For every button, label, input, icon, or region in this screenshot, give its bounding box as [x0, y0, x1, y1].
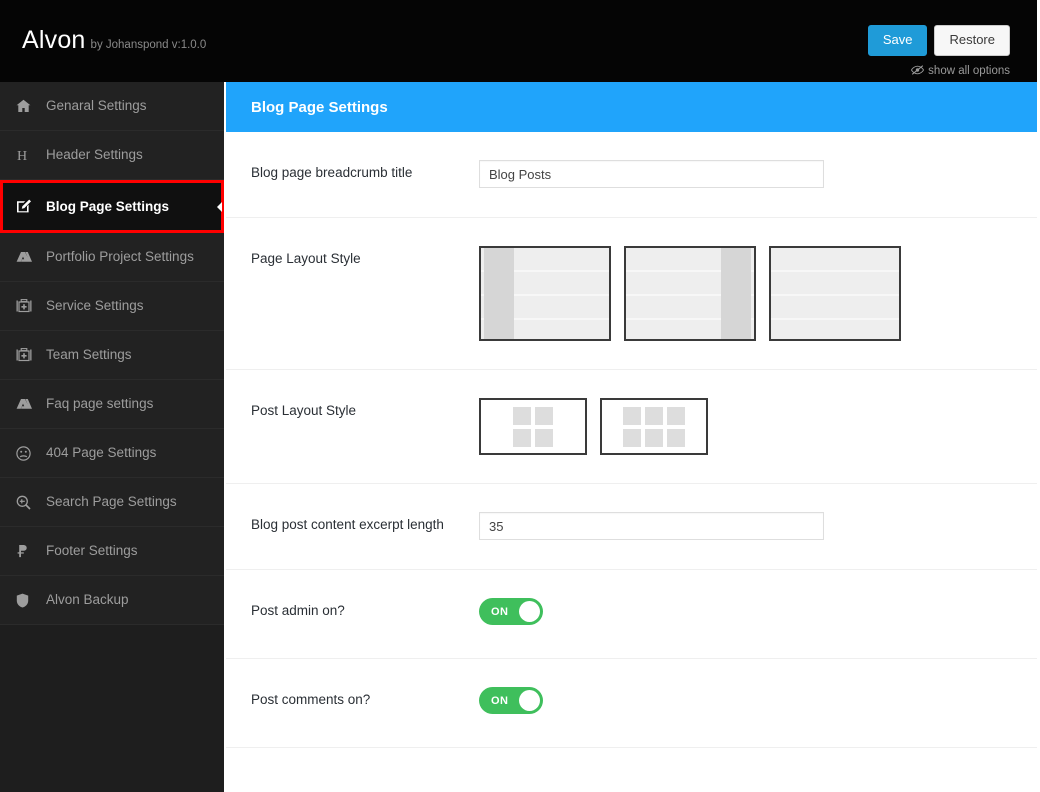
field-label: Post comments on?	[251, 692, 371, 707]
field-row-post-comments: Post comments on? ON	[226, 659, 1037, 748]
brand-subtitle: by Johanspond v:1.0.0	[90, 39, 207, 51]
grid-cell	[667, 428, 685, 447]
restore-button[interactable]: Restore	[934, 25, 1010, 56]
field-control	[479, 398, 1012, 455]
heading-icon: H	[16, 148, 40, 162]
toggle-knob	[519, 690, 540, 711]
grid-cell	[623, 406, 641, 425]
section-header: Blog Page Settings	[226, 82, 1037, 132]
sidebar-item-label: Search Page Settings	[46, 494, 177, 510]
sidebar: Genaral Settings H Header Settings Blog …	[0, 82, 224, 792]
page-layout-options	[479, 246, 1012, 341]
sidebar-item-portfolio-project-settings[interactable]: Portfolio Project Settings	[0, 233, 224, 282]
sidebar-item-blog-page-settings[interactable]: Blog Page Settings	[0, 180, 224, 233]
toggle-state-label: ON	[491, 605, 509, 618]
brand-name: Alvon	[22, 26, 86, 54]
delicious-icon	[16, 251, 40, 263]
show-all-options-label: show all options	[928, 65, 1010, 77]
grid-cell	[667, 406, 685, 425]
sidebar-item-label: 404 Page Settings	[46, 445, 157, 461]
save-button[interactable]: Save	[867, 25, 928, 56]
grid-cell	[623, 428, 641, 447]
top-bar-actions: Save Restore show all options	[867, 25, 1010, 77]
breadcrumb-title-input[interactable]	[479, 160, 824, 188]
sidebar-menu: Genaral Settings H Header Settings Blog …	[0, 82, 224, 625]
toggle-knob	[519, 601, 540, 622]
two-column-grid-preview	[513, 406, 553, 447]
three-column-grid-preview	[623, 406, 685, 447]
grid-cell	[513, 428, 531, 447]
sidebar-item-search-page-settings[interactable]: Search Page Settings	[0, 478, 224, 527]
sidebar-item-header-settings[interactable]: H Header Settings	[0, 131, 224, 180]
post-layout-option-two-column[interactable]	[479, 398, 587, 455]
grid-cell	[645, 428, 663, 447]
sidebar-item-label: Blog Page Settings	[46, 198, 170, 214]
field-control	[479, 160, 1012, 188]
field-row-post-admin: Post admin on? ON	[226, 570, 1037, 659]
pencil-square-icon	[16, 199, 40, 214]
field-label: Blog post content excerpt length	[251, 517, 444, 532]
post-comments-toggle[interactable]: ON	[479, 687, 543, 714]
sidebar-item-faq-page-settings[interactable]: Faq page settings	[0, 380, 224, 429]
page-layout-option-full-width[interactable]	[769, 246, 901, 341]
field-label: Blog page breadcrumb title	[251, 165, 413, 180]
sidebar-item-label: Faq page settings	[46, 396, 154, 412]
sidebar-item-label: Footer Settings	[46, 543, 138, 559]
settings-panel: Blog Page Settings Blog page breadcrumb …	[226, 82, 1037, 792]
field-row-post-layout-style: Post Layout Style	[226, 370, 1037, 484]
toggle-state-label: ON	[491, 694, 509, 707]
field-control: ON	[479, 598, 1012, 630]
sidebar-item-label: Service Settings	[46, 298, 144, 314]
ruble-icon	[16, 544, 40, 558]
post-layout-option-three-column[interactable]	[600, 398, 708, 455]
briefcase-medical-icon	[16, 348, 40, 362]
field-row-excerpt-length: Blog post content excerpt length	[226, 484, 1037, 570]
grid-cell	[513, 406, 531, 425]
sidebar-item-label: Header Settings	[46, 147, 143, 163]
brand: Alvon by Johanspond v:1.0.0	[22, 26, 206, 55]
grid-cell	[535, 406, 553, 425]
sidebar-item-alvon-backup[interactable]: Alvon Backup	[0, 576, 224, 625]
briefcase-medical-icon	[16, 299, 40, 313]
sidebar-item-label: Team Settings	[46, 347, 132, 363]
layout-content-lines	[771, 248, 899, 339]
top-bar: Alvon by Johanspond v:1.0.0 Save Restore s…	[0, 0, 1037, 82]
field-label: Post admin on?	[251, 603, 345, 618]
excerpt-length-input[interactable]	[479, 512, 824, 540]
shield-icon	[16, 593, 40, 608]
frown-icon	[16, 445, 40, 461]
home-icon	[16, 99, 40, 113]
sidebar-item-service-settings[interactable]: Service Settings	[0, 282, 224, 331]
page-layout-option-left-sidebar[interactable]	[479, 246, 611, 341]
page-layout-option-right-sidebar[interactable]	[624, 246, 756, 341]
field-label: Page Layout Style	[251, 251, 361, 266]
field-control	[479, 246, 1012, 341]
layout-sidebar-block	[484, 248, 514, 339]
section-title: Blog Page Settings	[251, 98, 388, 116]
svg-text:H: H	[17, 149, 27, 162]
field-control	[479, 512, 1012, 540]
grid-cell	[645, 406, 663, 425]
sidebar-item-team-settings[interactable]: Team Settings	[0, 331, 224, 380]
field-row-breadcrumb-title: Blog page breadcrumb title	[226, 132, 1037, 218]
layout-sidebar-block	[721, 248, 751, 339]
sidebar-item-label: Alvon Backup	[46, 592, 129, 608]
grid-cell	[535, 428, 553, 447]
sidebar-item-404-page-settings[interactable]: 404 Page Settings	[0, 429, 224, 478]
field-row-page-layout-style: Page Layout Style	[226, 218, 1037, 370]
sidebar-item-genaral-settings[interactable]: Genaral Settings	[0, 82, 224, 131]
show-all-options-toggle[interactable]: show all options	[868, 65, 1010, 77]
sidebar-item-label: Genaral Settings	[46, 98, 147, 114]
search-plus-icon	[16, 495, 40, 510]
post-admin-toggle[interactable]: ON	[479, 598, 543, 625]
post-layout-options	[479, 398, 1012, 455]
field-control: ON	[479, 687, 1012, 719]
admin-theme-options-page: Alvon by Johanspond v:1.0.0 Save Restore s…	[0, 0, 1040, 792]
sidebar-item-label: Portfolio Project Settings	[46, 249, 194, 265]
eye-slash-icon	[911, 65, 925, 75]
sidebar-item-footer-settings[interactable]: Footer Settings	[0, 527, 224, 576]
delicious-icon	[16, 398, 40, 410]
field-label: Post Layout Style	[251, 403, 357, 418]
